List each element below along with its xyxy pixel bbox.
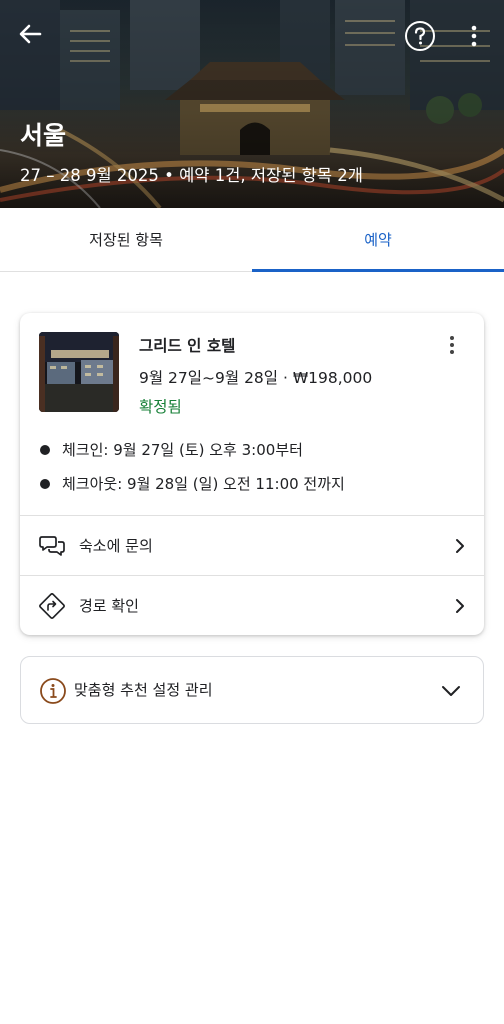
personalization-settings[interactable]: 맞춤형 추천 설정 관리 <box>20 656 484 724</box>
personalization-label: 맞춤형 추천 설정 관리 <box>74 681 213 699</box>
page-title: 서울 <box>20 121 67 150</box>
info-circle-icon <box>40 678 66 704</box>
question-circle-icon <box>405 21 435 51</box>
hotel-name[interactable]: 그리드 인 호텔 <box>139 334 235 356</box>
back-button[interactable] <box>14 18 46 50</box>
tab-reservations[interactable]: 예약 <box>252 208 504 272</box>
booking-more-button[interactable] <box>440 333 464 357</box>
bullet-icon <box>40 444 50 455</box>
more-options-button[interactable] <box>462 20 486 52</box>
contact-property-row[interactable]: 숙소에 문의 <box>20 515 484 575</box>
tab-saved[interactable]: 저장된 항목 <box>0 208 252 271</box>
checkout-info: 체크아웃: 9월 28일 (일) 오전 11:00 전까지 <box>40 473 345 494</box>
more-vert-icon <box>471 25 477 47</box>
checkin-info: 체크인: 9월 27일 (토) 오후 3:00부터 <box>40 439 303 460</box>
checkin-text: 체크인: 9월 27일 (토) 오후 3:00부터 <box>62 441 303 459</box>
help-button[interactable] <box>404 20 436 52</box>
trip-summary: 27 – 28 9월 2025 • 예약 1건, 저장된 항목 2개 <box>20 166 363 185</box>
directions-row[interactable]: 경로 확인 <box>20 575 484 635</box>
hotel-photo <box>39 332 119 412</box>
chevron-down-icon <box>442 686 460 696</box>
header-hero: 서울 27 – 28 9월 2025 • 예약 1건, 저장된 항목 2개 <box>0 0 504 208</box>
arrow-left-icon <box>19 24 42 44</box>
hotel-thumbnail <box>39 332 119 412</box>
booking-dates-price: 9월 27일~9월 28일 · ₩198,000 <box>139 369 373 387</box>
tab-bar: 저장된 항목 예약 <box>0 208 504 272</box>
chat-bubbles-icon <box>39 536 65 556</box>
directions-label: 경로 확인 <box>79 597 139 615</box>
booking-status: 확정됨 <box>139 398 182 416</box>
checkout-text: 체크아웃: 9월 28일 (일) 오전 11:00 전까지 <box>62 475 345 493</box>
chevron-right-icon <box>456 539 464 553</box>
more-vert-icon <box>450 336 454 354</box>
directions-icon <box>39 593 65 619</box>
booking-card[interactable]: 그리드 인 호텔 9월 27일~9월 28일 · ₩198,000 확정됨 체크… <box>20 313 484 635</box>
chevron-right-icon <box>456 599 464 613</box>
bullet-icon <box>40 478 50 489</box>
contact-property-label: 숙소에 문의 <box>79 537 153 555</box>
